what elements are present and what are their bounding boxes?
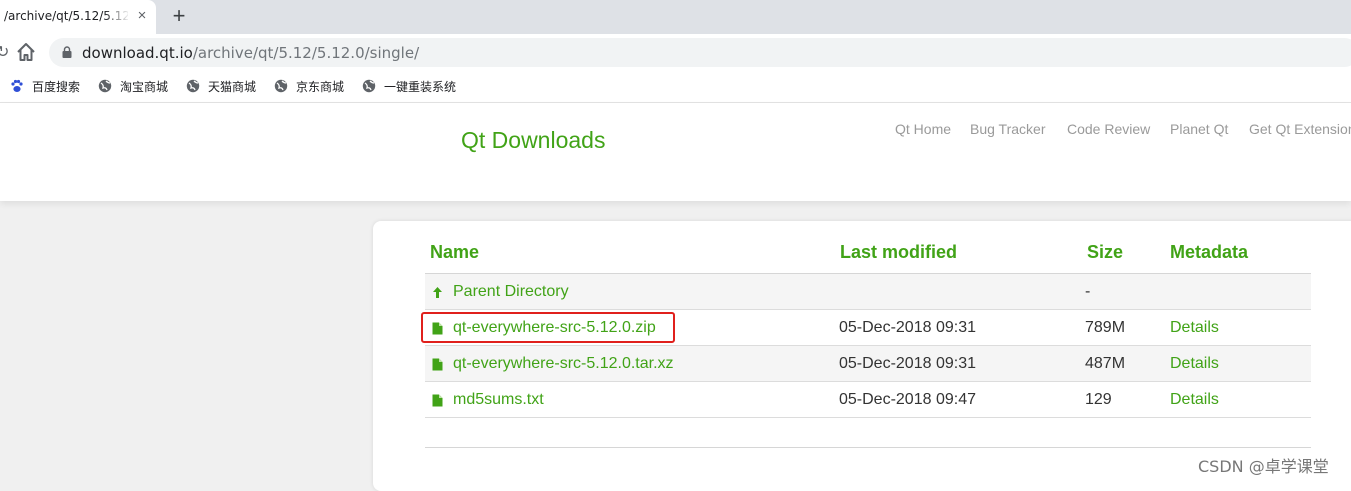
globe-icon	[362, 79, 376, 93]
last-modified: 05-Dec-2018 09:31	[839, 355, 976, 372]
nav-planet-qt[interactable]: Planet Qt	[1170, 121, 1228, 137]
nav-qt-home[interactable]: Qt Home	[895, 121, 951, 137]
close-tab-icon[interactable]: ×	[133, 7, 151, 25]
file-size: -	[1085, 283, 1091, 300]
file-size: 789M	[1085, 319, 1126, 336]
globe-icon	[98, 79, 112, 93]
site-header: Qt Downloads Qt Home Bug Tracker Code Re…	[0, 103, 1351, 201]
url-text[interactable]: download.qt.io/archive/qt/5.12/5.12.0/si…	[82, 44, 419, 62]
globe-icon	[186, 79, 200, 93]
highlight-annotation-box	[421, 312, 675, 343]
web-page: Qt Downloads Qt Home Bug Tracker Code Re…	[0, 103, 1351, 491]
file-icon	[432, 358, 443, 371]
home-icon[interactable]	[14, 41, 38, 63]
globe-icon	[274, 79, 288, 93]
bookmark-baidu[interactable]: 百度搜索	[10, 78, 80, 94]
column-header-name[interactable]: Name	[430, 242, 479, 263]
baidu-paw-icon	[11, 79, 23, 92]
arrow-up-icon	[433, 287, 442, 298]
file-size: 129	[1085, 391, 1112, 408]
table-row: qt-everywhere-src-5.12.0.tar.xz 05-Dec-2…	[425, 346, 1311, 382]
table-row: Parent Directory -	[425, 274, 1311, 310]
table-row: md5sums.txt 05-Dec-2018 09:47 129 Detail…	[425, 382, 1311, 418]
browser-tab[interactable]: /archive/qt/5.12/5.12.0/single/ ×	[0, 0, 156, 34]
last-modified: 05-Dec-2018 09:47	[839, 391, 976, 408]
details-link[interactable]: Details	[1170, 391, 1219, 409]
address-bar[interactable]: download.qt.io/archive/qt/5.12/5.12.0/si…	[49, 38, 1351, 67]
details-link[interactable]: Details	[1170, 355, 1219, 373]
column-header-last-modified[interactable]: Last modified	[840, 242, 957, 263]
nav-get-qt-extensions[interactable]: Get Qt Extensions	[1249, 121, 1351, 137]
bookmark-taobao[interactable]: 淘宝商城	[98, 78, 168, 94]
file-link[interactable]: md5sums.txt	[453, 391, 544, 409]
column-header-size[interactable]: Size	[1087, 242, 1123, 263]
site-title[interactable]: Qt Downloads	[461, 127, 605, 154]
last-modified: 05-Dec-2018 09:31	[839, 319, 976, 336]
nav-bug-tracker[interactable]: Bug Tracker	[970, 121, 1045, 137]
file-size: 487M	[1085, 355, 1126, 372]
reload-icon[interactable]: ↻	[0, 42, 9, 62]
csdn-watermark: CSDN @卓学课堂	[1198, 457, 1329, 476]
bookmarks-bar: 百度搜索 淘宝商城 天猫商城 京东商城 一键重装系统	[0, 70, 1351, 103]
bookmark-tmall[interactable]: 天猫商城	[186, 78, 256, 94]
bookmark-jd[interactable]: 京东商城	[274, 78, 344, 94]
lock-icon[interactable]	[62, 46, 72, 58]
nav-code-review[interactable]: Code Review	[1067, 121, 1150, 137]
new-tab-button[interactable]: +	[168, 5, 190, 27]
browser-toolbar: ↻ download.qt.io/archive/qt/5.12/5.12.0/…	[0, 34, 1351, 70]
file-icon	[432, 394, 443, 407]
bookmark-reinstall[interactable]: 一键重装系统	[362, 78, 456, 94]
column-header-metadata[interactable]: Metadata	[1170, 242, 1248, 263]
details-link[interactable]: Details	[1170, 319, 1219, 337]
tab-strip: /archive/qt/5.12/5.12.0/single/ × +	[0, 0, 1351, 34]
file-link[interactable]: qt-everywhere-src-5.12.0.tar.xz	[453, 355, 674, 373]
parent-directory-link[interactable]: Parent Directory	[453, 283, 569, 301]
